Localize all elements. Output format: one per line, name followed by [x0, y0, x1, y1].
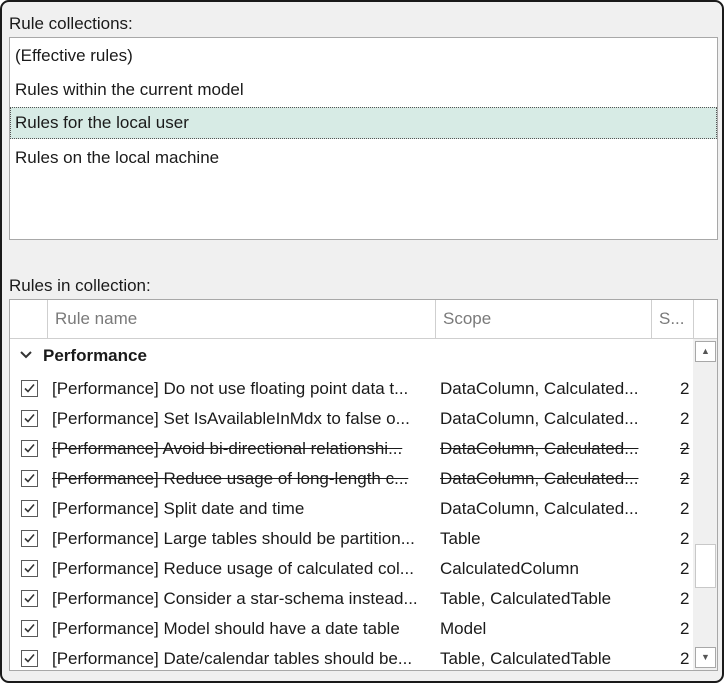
rule-row[interactable]: [Performance] Set IsAvailableInMdx to fa… [10, 404, 692, 434]
rules-grid: Rule name Scope S... Performance [Perfor… [9, 299, 718, 671]
collection-local-machine[interactable]: Rules on the local machine [10, 142, 717, 174]
rule-severity-cell: 2 [680, 649, 690, 668]
rule-name-cell: [Performance] Split date and time [52, 499, 305, 518]
rule-row[interactable]: [Performance] Consider a star-schema ins… [10, 584, 692, 614]
rule-name-cell: [Performance] Large tables should be par… [52, 529, 415, 548]
rule-scope-cell: Model [440, 619, 487, 638]
header-scope[interactable]: Scope [436, 300, 652, 338]
chevron-down-icon[interactable] [20, 344, 32, 369]
header-check-column[interactable] [10, 300, 48, 338]
check-icon [24, 533, 35, 543]
rule-scope-cell: DataColumn, Calculated... [440, 469, 639, 488]
rule-row[interactable]: [Performance] Date/calendar tables shoul… [10, 644, 692, 670]
rule-checkbox[interactable] [21, 560, 38, 577]
check-icon [24, 443, 35, 453]
rule-severity-cell: 2 [680, 589, 690, 608]
rule-name-cell: [Performance] Reduce usage of long-lengt… [52, 469, 409, 488]
rule-collections-label: Rule collections: [9, 14, 133, 33]
rule-checkbox[interactable] [21, 620, 38, 637]
rule-row[interactable]: [Performance] Reduce usage of long-lengt… [10, 464, 692, 494]
check-icon [24, 383, 35, 393]
rule-name-cell: [Performance] Set IsAvailableInMdx to fa… [52, 409, 410, 428]
rule-checkbox[interactable] [21, 380, 38, 397]
rule-row[interactable]: [Performance] Split date and time DataCol… [10, 494, 692, 524]
header-severity[interactable]: S... [652, 300, 694, 338]
rule-name-cell: [Performance] Avoid bi-directional relat… [52, 439, 403, 458]
rule-checkbox[interactable] [21, 470, 38, 487]
check-icon [24, 473, 35, 483]
check-icon [24, 503, 35, 513]
rule-severity-cell: 2 [680, 529, 690, 548]
rule-checkbox[interactable] [21, 500, 38, 517]
rule-severity-cell: 2 [680, 439, 690, 458]
rule-scope-cell: Table, CalculatedTable [440, 649, 612, 668]
collection-current-model[interactable]: Rules within the current model [10, 74, 717, 106]
rule-name-cell: [Performance] Date/calendar tables shoul… [52, 649, 413, 668]
vertical-scrollbar[interactable]: ▲ ▼ [693, 339, 717, 670]
rule-scope-cell: DataColumn, Calculated... [440, 439, 639, 458]
check-icon [24, 593, 35, 603]
rule-collections-list[interactable]: (Effective rules) Rules within the curre… [9, 37, 718, 240]
rule-scope-cell: Table, CalculatedTable [440, 589, 612, 608]
rule-checkbox[interactable] [21, 440, 38, 457]
scroll-thumb[interactable] [695, 544, 716, 588]
rule-row[interactable]: [Performance] Do not use floating point … [10, 374, 692, 404]
rule-severity-cell: 2 [680, 619, 690, 638]
header-rule-name[interactable]: Rule name [48, 300, 436, 338]
rule-row[interactable]: [Performance] Reduce usage of calculated… [10, 554, 692, 584]
rule-name-cell: [Performance] Model should have a date t… [52, 619, 400, 638]
rule-row[interactable]: [Performance] Avoid bi-directional relat… [10, 434, 692, 464]
group-performance[interactable]: Performance [10, 339, 692, 371]
rule-scope-cell: DataColumn, Calculated... [440, 499, 639, 518]
check-icon [24, 413, 35, 423]
rule-scope-cell: Table [440, 529, 481, 548]
scroll-up-button[interactable]: ▲ [695, 341, 716, 362]
rule-severity-cell: 2 [680, 409, 690, 428]
collection-effective-rules[interactable]: (Effective rules) [10, 40, 717, 72]
rules-window: Rule collections: (Effective rules) Rule… [0, 0, 724, 683]
rule-name-cell: [Performance] Do not use floating point … [52, 379, 409, 398]
rule-scope-cell: DataColumn, Calculated... [440, 409, 639, 428]
check-icon [24, 563, 35, 573]
scroll-down-button[interactable]: ▼ [695, 647, 716, 668]
rule-checkbox[interactable] [21, 530, 38, 547]
check-icon [24, 623, 35, 633]
rule-severity-cell: 2 [680, 379, 690, 398]
rule-checkbox[interactable] [21, 590, 38, 607]
rule-scope-cell: DataColumn, Calculated... [440, 379, 639, 398]
rules-in-collection-label: Rules in collection: [9, 276, 151, 295]
rule-severity-cell: 2 [680, 469, 690, 488]
rule-name-cell: [Performance] Consider a star-schema ins… [52, 589, 418, 608]
group-label: Performance [43, 346, 147, 365]
rule-severity-cell: 2 [680, 499, 690, 518]
rule-row[interactable]: [Performance] Large tables should be par… [10, 524, 692, 554]
rule-severity-cell: 2 [680, 559, 690, 578]
grid-header: Rule name Scope S... [10, 300, 717, 339]
check-icon [24, 653, 35, 663]
rule-row[interactable]: [Performance] Model should have a date t… [10, 614, 692, 644]
collection-local-user[interactable]: Rules for the local user [10, 107, 717, 139]
rule-scope-cell: CalculatedColumn [440, 559, 579, 578]
rule-checkbox[interactable] [21, 410, 38, 427]
rule-name-cell: [Performance] Reduce usage of calculated… [52, 559, 414, 578]
rule-checkbox[interactable] [21, 650, 38, 667]
